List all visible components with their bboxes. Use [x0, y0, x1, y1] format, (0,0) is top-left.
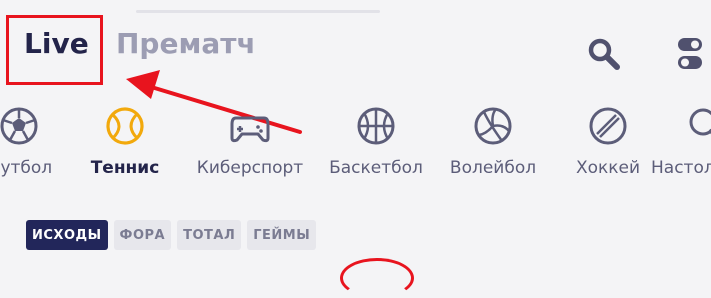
- search-icon: [588, 38, 620, 70]
- header: Live Прематч: [0, 0, 711, 98]
- toggles-icon: [678, 38, 702, 69]
- sport-label: Теннис: [90, 158, 160, 178]
- tab-prematch[interactable]: Прематч: [116, 30, 256, 58]
- sport-label: Волейбол: [449, 158, 537, 178]
- sport-basketball[interactable]: Баскетбол: [316, 98, 436, 190]
- annotation-circle: [340, 258, 414, 298]
- hockey-puck-icon: [589, 107, 627, 145]
- sport-table-tennis[interactable]: Настольный теннис: [645, 98, 711, 190]
- sport-label: Киберспорт: [196, 158, 304, 178]
- search-button[interactable]: [584, 34, 624, 74]
- sport-label: Настольный теннис: [651, 158, 711, 178]
- screen: Live Прематч утбол Теннис Киберспорт Бас…: [0, 0, 711, 298]
- soccer-ball-icon: [0, 107, 38, 145]
- volleyball-icon: [474, 107, 512, 145]
- settings-toggle-button[interactable]: [670, 34, 710, 74]
- table-tennis-icon: [689, 108, 711, 136]
- sport-tennis[interactable]: Теннис: [65, 98, 185, 190]
- sport-esports[interactable]: Киберспорт: [190, 98, 310, 190]
- market-tabs: ИСХОДЫ ФОРА ТОТАЛ ГЕЙМЫ: [26, 220, 317, 250]
- market-tab-handicap[interactable]: ФОРА: [113, 220, 172, 250]
- sport-label: Баскетбол: [329, 158, 423, 178]
- sport-volleyball[interactable]: Волейбол: [433, 98, 553, 190]
- market-tab-total[interactable]: ТОТАЛ: [177, 220, 242, 250]
- sports-strip: Футбол Теннис Киберспорт: [0, 98, 711, 190]
- tennis-ball-icon: [106, 107, 144, 145]
- gamepad-icon: [230, 116, 270, 143]
- annotation-highlight-box: [6, 15, 103, 85]
- market-tab-outcomes[interactable]: ИСХОДЫ: [26, 220, 108, 250]
- basketball-icon: [357, 107, 395, 145]
- market-tab-games[interactable]: ГЕЙМЫ: [247, 220, 317, 250]
